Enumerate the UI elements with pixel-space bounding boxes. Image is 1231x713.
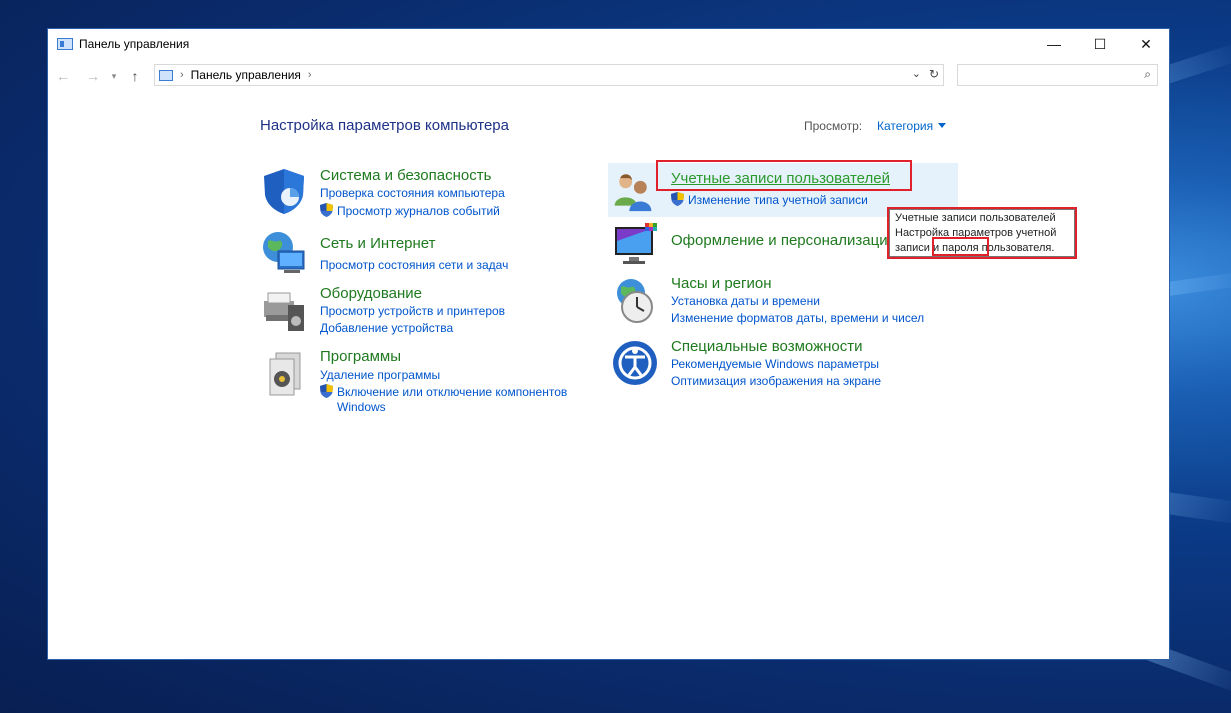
page-title: Настройка параметров компьютера: [260, 117, 509, 134]
chevron-right-icon[interactable]: ›: [180, 69, 184, 81]
back-arrow-icon[interactable]: ←: [48, 68, 78, 84]
uac-shield-icon: [320, 203, 333, 217]
highlight-box-accounts-title: [656, 160, 912, 191]
link-change-account-type[interactable]: Изменение типа учетной записи: [671, 192, 868, 207]
shield-icon[interactable]: [260, 167, 308, 215]
users-icon[interactable]: [611, 169, 655, 213]
view-by-label: Просмотр:: [804, 119, 863, 133]
accessibility-icon[interactable]: [611, 339, 659, 387]
link-label[interactable]: Просмотр журналов событий: [337, 204, 500, 218]
uac-shield-icon: [671, 192, 684, 206]
link-optimize-display[interactable]: Оптимизация изображения на экране: [671, 374, 881, 388]
category-title-ease[interactable]: Специальные возможности: [671, 338, 863, 355]
refresh-icon[interactable]: ↻: [929, 67, 939, 81]
search-icon[interactable]: ⌕: [1144, 67, 1151, 82]
link-label[interactable]: Изменение типа учетной записи: [688, 193, 868, 207]
close-button[interactable]: ✕: [1123, 29, 1169, 59]
category-title-system[interactable]: Система и безопасность: [320, 167, 491, 184]
link-label[interactable]: Включение или отключение компонентов: [337, 385, 567, 399]
link-change-formats[interactable]: Изменение форматов даты, времени и чисел: [671, 311, 924, 325]
globe-network-icon[interactable]: [260, 229, 308, 277]
navigation-bar: ← → ▾ ↑ › Панель управления › ⌄ ↻ ⌕: [48, 59, 1169, 93]
category-title-clock[interactable]: Часы и регион: [671, 275, 772, 292]
link-uninstall-program[interactable]: Удаление программы: [320, 368, 440, 382]
window-title: Панель управления: [79, 37, 190, 51]
view-by-value[interactable]: Категория: [877, 119, 933, 133]
link-network-status[interactable]: Просмотр состояния сети и задач: [320, 258, 508, 272]
link-windows-features-cont[interactable]: Windows: [337, 400, 386, 414]
window-controls: — ☐ ✕: [1031, 29, 1169, 59]
breadcrumb[interactable]: Панель управления: [191, 68, 301, 82]
link-windows-features[interactable]: Включение или отключение компонентов: [320, 384, 567, 399]
caret-down-icon[interactable]: [938, 123, 947, 128]
up-arrow-icon[interactable]: ↑: [120, 68, 150, 84]
highlight-box-password-word: [932, 237, 989, 256]
chevron-down-icon[interactable]: ⌄: [912, 67, 921, 80]
maximize-button[interactable]: ☐: [1077, 29, 1123, 59]
category-title-programs[interactable]: Программы: [320, 348, 401, 365]
control-panel-icon: [57, 38, 73, 50]
minimize-button[interactable]: —: [1031, 29, 1077, 59]
view-by-dropdown[interactable]: Категория: [877, 119, 947, 133]
address-bar[interactable]: › Панель управления › ⌄ ↻: [154, 64, 944, 86]
link-devices-printers[interactable]: Просмотр устройств и принтеров: [320, 304, 505, 318]
appearance-monitor-icon[interactable]: [611, 221, 659, 269]
link-add-device[interactable]: Добавление устройства: [320, 321, 453, 335]
recent-locations-icon[interactable]: ▾: [108, 71, 120, 82]
programs-icon[interactable]: [260, 349, 308, 397]
uac-shield-icon: [320, 384, 333, 398]
clock-globe-icon[interactable]: [611, 277, 659, 325]
control-panel-icon: [159, 69, 173, 81]
link-set-date-time[interactable]: Установка даты и времени: [671, 294, 820, 308]
forward-arrow-icon[interactable]: →: [78, 68, 108, 84]
link-check-computer-status[interactable]: Проверка состояния компьютера: [320, 186, 505, 200]
link-recommended-settings[interactable]: Рекомендуемые Windows параметры: [671, 357, 879, 371]
title-bar[interactable]: Панель управления — ☐ ✕: [48, 29, 1169, 59]
category-title-network[interactable]: Сеть и Интернет: [320, 235, 436, 252]
category-title-appearance[interactable]: Оформление и персонализаци: [671, 232, 888, 249]
printer-icon[interactable]: [260, 285, 308, 333]
link-view-event-logs[interactable]: Просмотр журналов событий: [320, 203, 500, 218]
search-input[interactable]: ⌕: [957, 64, 1158, 86]
control-panel-window: Панель управления — ☐ ✕ ← → ▾ ↑ › Панель…: [47, 28, 1170, 660]
chevron-right-icon[interactable]: ›: [308, 69, 312, 81]
category-title-hardware[interactable]: Оборудование: [320, 285, 422, 302]
